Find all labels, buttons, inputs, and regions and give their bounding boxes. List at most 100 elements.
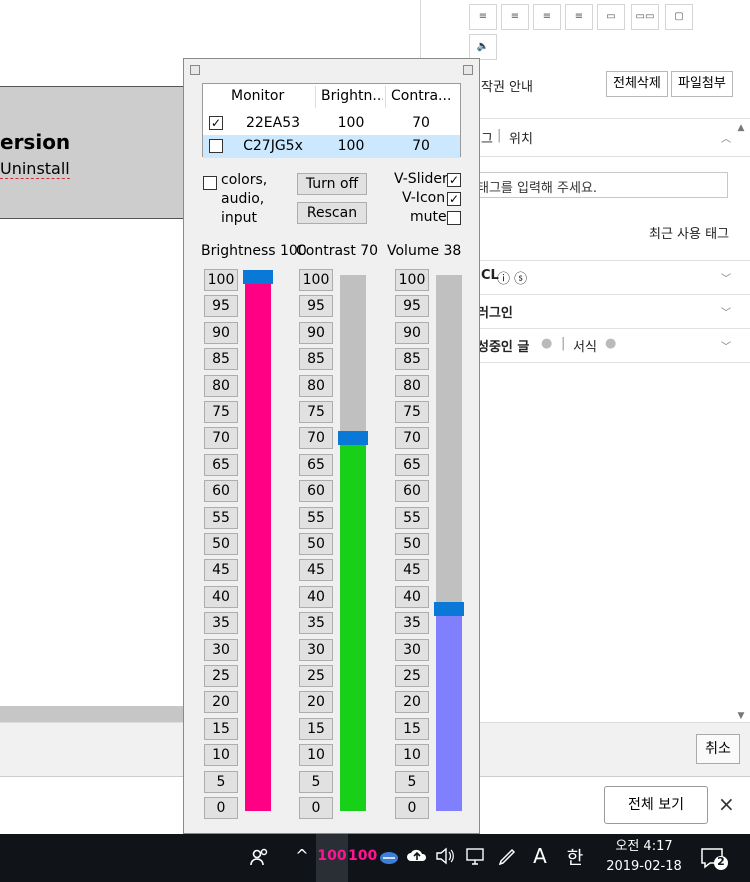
contrast-level-button[interactable]: 45 — [299, 559, 333, 581]
mute-checkbox[interactable] — [447, 211, 461, 225]
volume-level-button[interactable]: 55 — [395, 507, 429, 529]
chevron-up-icon[interactable]: ︿ — [721, 130, 731, 145]
contrast-level-button[interactable]: 35 — [299, 612, 333, 634]
tag-input[interactable]: 태그를 입력해 주세요. — [470, 172, 728, 198]
brightness-level-button[interactable]: 20 — [204, 691, 238, 713]
brightness-level-button[interactable]: 80 — [204, 375, 238, 397]
chevron-down-icon[interactable]: ﹀ — [721, 304, 731, 319]
ime-mode-indicator[interactable]: A — [528, 844, 552, 868]
volume-level-button[interactable]: 15 — [395, 718, 429, 740]
volume-level-button[interactable]: 75 — [395, 401, 429, 423]
column-header-monitor[interactable]: Monitor — [231, 88, 311, 104]
brightness-level-button[interactable]: 100 — [204, 269, 238, 291]
contrast-level-button[interactable]: 85 — [299, 348, 333, 370]
brightness-level-button[interactable]: 65 — [204, 454, 238, 476]
draft-section-label[interactable]: 성중인 글 — [477, 336, 529, 355]
network-icon[interactable] — [464, 846, 486, 870]
brightness-slider-thumb[interactable] — [243, 270, 273, 284]
pen-icon[interactable] — [496, 846, 518, 872]
volume-level-button[interactable]: 25 — [395, 665, 429, 687]
turn-off-button[interactable]: Turn off — [297, 173, 367, 195]
chevron-down-icon[interactable]: ﹀ — [721, 270, 731, 285]
volume-level-button[interactable]: 45 — [395, 559, 429, 581]
uninstall-link[interactable]: Uninstall — [0, 159, 70, 179]
contrast-level-button[interactable]: 95 — [299, 295, 333, 317]
view-all-button[interactable]: 전체 보기 — [604, 786, 708, 824]
contrast-level-button[interactable]: 75 — [299, 401, 333, 423]
volume-level-button[interactable]: 95 — [395, 295, 429, 317]
brightness-slider-track[interactable] — [245, 275, 271, 811]
image-align-icon[interactable]: ▭ — [597, 4, 625, 30]
brightness-level-button[interactable]: 35 — [204, 612, 238, 634]
cancel-button[interactable]: 취소 — [696, 734, 740, 764]
plugin-section-label[interactable]: 러그인 — [477, 302, 513, 321]
volume-slider-thumb[interactable] — [434, 602, 464, 616]
align-left-icon[interactable]: ≡ — [469, 4, 497, 30]
delete-all-button[interactable]: 전체삭제 — [606, 71, 668, 97]
contrast-slider-thumb[interactable] — [338, 431, 368, 445]
contrast-level-button[interactable]: 90 — [299, 322, 333, 344]
brightness-level-button[interactable]: 75 — [204, 401, 238, 423]
volume-level-button[interactable]: 85 — [395, 348, 429, 370]
brightness-level-button[interactable]: 0 — [204, 797, 238, 819]
brightness-level-button[interactable]: 45 — [204, 559, 238, 581]
brightness-level-button[interactable]: 85 — [204, 348, 238, 370]
contrast-level-button[interactable]: 50 — [299, 533, 333, 555]
slideshow-icon[interactable]: ▢ — [665, 4, 693, 30]
volume-level-button[interactable]: 20 — [395, 691, 429, 713]
contrast-level-button[interactable]: 55 — [299, 507, 333, 529]
chevron-up-icon[interactable]: ^ — [292, 846, 312, 865]
volume-level-button[interactable]: 100 — [395, 269, 429, 291]
speaker-icon[interactable] — [434, 846, 456, 870]
contrast-slider-track[interactable] — [340, 275, 366, 811]
contrast-level-button[interactable]: 30 — [299, 639, 333, 661]
tag-tab[interactable]: 그 — [481, 128, 493, 147]
cloud-upload-icon[interactable] — [406, 846, 428, 870]
contrast-level-button[interactable]: 15 — [299, 718, 333, 740]
rescan-button[interactable]: Rescan — [297, 202, 367, 224]
volume-level-button[interactable]: 70 — [395, 427, 429, 449]
volume-level-button[interactable]: 50 — [395, 533, 429, 555]
notification-center-icon[interactable]: 2 — [700, 846, 730, 870]
align-center-icon[interactable]: ≡ — [501, 4, 529, 30]
volume-slider-track[interactable] — [436, 275, 462, 811]
tray-brightness-1-icon[interactable]: 100 — [316, 834, 348, 882]
people-icon[interactable] — [248, 846, 272, 872]
volume-level-button[interactable]: 10 — [395, 744, 429, 766]
column-header-contrast[interactable]: Contra... — [391, 88, 455, 104]
table-row[interactable]: ✓ 22EA53 100 70 — [203, 112, 460, 135]
close-icon[interactable]: × — [718, 792, 735, 816]
contrast-level-button[interactable]: 25 — [299, 665, 333, 687]
audio-icon[interactable]: 🔈 — [469, 34, 497, 60]
volume-level-button[interactable]: 40 — [395, 586, 429, 608]
contrast-level-button[interactable]: 65 — [299, 454, 333, 476]
brightness-level-button[interactable]: 25 — [204, 665, 238, 687]
volume-level-button[interactable]: 60 — [395, 480, 429, 502]
clock[interactable]: 오전 4:17 2019-02-18 — [596, 837, 692, 877]
contrast-level-button[interactable]: 10 — [299, 744, 333, 766]
brightness-level-button[interactable]: 60 — [204, 480, 238, 502]
brightness-level-button[interactable]: 90 — [204, 322, 238, 344]
volume-level-button[interactable]: 90 — [395, 322, 429, 344]
brightness-level-button[interactable]: 5 — [204, 771, 238, 793]
contrast-level-button[interactable]: 5 — [299, 771, 333, 793]
volume-level-button[interactable]: 30 — [395, 639, 429, 661]
gallery-icon[interactable]: ▭▭ — [631, 4, 659, 30]
contrast-level-button[interactable]: 70 — [299, 427, 333, 449]
vertical-scrollbar[interactable]: ▲ ▼ — [732, 118, 750, 722]
row-checkbox[interactable]: ✓ — [209, 116, 223, 130]
attach-file-button[interactable]: 파일첨부 — [671, 71, 733, 97]
contrast-level-button[interactable]: 100 — [299, 269, 333, 291]
tray-brightness-2-icon[interactable]: 100 — [348, 848, 377, 864]
align-justify-icon[interactable]: ≡ — [565, 4, 593, 30]
v-slider-checkbox[interactable]: ✓ — [447, 173, 461, 187]
contrast-level-button[interactable]: 40 — [299, 586, 333, 608]
brightness-level-button[interactable]: 15 — [204, 718, 238, 740]
contrast-level-button[interactable]: 20 — [299, 691, 333, 713]
column-header-brightness[interactable]: Brightn... — [321, 88, 383, 104]
brightness-level-button[interactable]: 95 — [204, 295, 238, 317]
volume-level-button[interactable]: 5 — [395, 771, 429, 793]
volume-level-button[interactable]: 80 — [395, 375, 429, 397]
volume-level-button[interactable]: 65 — [395, 454, 429, 476]
brightness-level-button[interactable]: 50 — [204, 533, 238, 555]
